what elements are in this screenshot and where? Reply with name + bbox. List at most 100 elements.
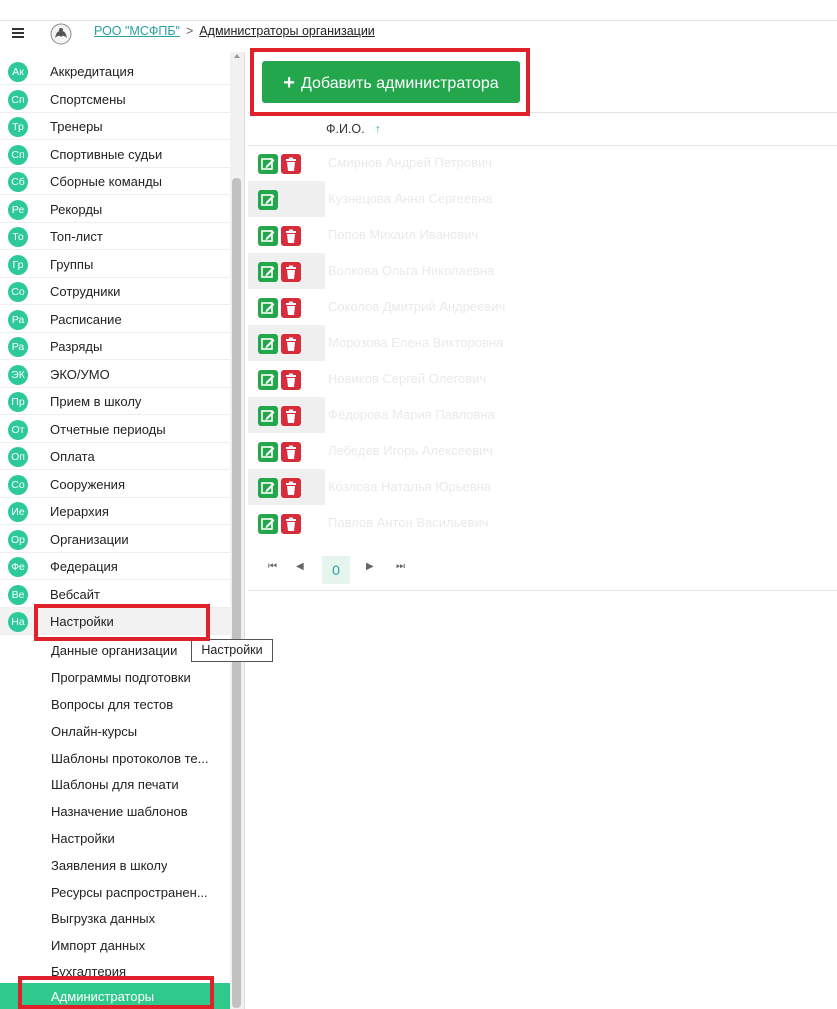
edit-icon[interactable]: [258, 298, 278, 318]
plus-icon: +: [283, 72, 295, 94]
sidebar-item-top-list[interactable]: То Топ-лист: [0, 223, 230, 250]
sidebar-item-staff[interactable]: Со Сотрудники: [0, 278, 230, 305]
sidebar-item-settings[interactable]: На Настройки: [0, 608, 230, 635]
submenu-item-label: Назначение шаблонов: [51, 804, 188, 819]
submenu-item-administrators[interactable]: Администраторы: [0, 983, 230, 1009]
sidebar-item-organizations[interactable]: Ор Организации: [0, 526, 230, 553]
submenu-item-label: Администраторы: [51, 989, 155, 1004]
row-actions: [248, 253, 325, 289]
breadcrumb-current[interactable]: Администраторы организации: [199, 24, 374, 38]
sidebar-item-records[interactable]: Ре Рекорды: [0, 196, 230, 223]
menu-icon[interactable]: [12, 28, 24, 38]
column-header-name[interactable]: Ф.И.О. ↑: [326, 122, 381, 136]
sidebar-item-hierarchy[interactable]: Ие Иерархия: [0, 498, 230, 525]
submenu-item-test-questions[interactable]: Вопросы для тестов: [0, 691, 230, 718]
submenu-item-template-assignment[interactable]: Назначение шаблонов: [0, 798, 230, 825]
avatar-badge: То: [8, 227, 28, 247]
edit-icon[interactable]: [258, 442, 278, 462]
avatar-badge: Ра: [8, 310, 28, 330]
delete-icon[interactable]: [281, 442, 301, 462]
submenu-item-label: Данные организации: [51, 643, 178, 658]
submenu-item-data-import[interactable]: Импорт данных: [0, 932, 230, 959]
delete-icon[interactable]: [281, 154, 301, 174]
submenu-item-protocol-templates[interactable]: Шаблоны протоколов те...: [0, 745, 230, 772]
sidebar-item-label: Федерация: [50, 559, 118, 574]
row-actions: [248, 361, 325, 397]
edit-icon[interactable]: [258, 262, 278, 282]
sidebar-item-label: Сборные команды: [50, 174, 162, 189]
sidebar-item-federation[interactable]: Фе Федерация: [0, 553, 230, 580]
breadcrumb: РОО "МСФПБ" > Администраторы организации: [94, 24, 375, 38]
sidebar-item-athletes[interactable]: Сп Спортсмены: [0, 86, 230, 113]
edit-icon[interactable]: [258, 370, 278, 390]
submenu-item-data-export[interactable]: Выгрузка данных: [0, 905, 230, 932]
sidebar-item-website[interactable]: Ве Вебсайт: [0, 581, 230, 608]
delete-icon[interactable]: [281, 406, 301, 426]
delete-icon[interactable]: [281, 514, 301, 534]
table-row: Павлов Антон Васильевич: [248, 505, 837, 541]
submenu-item-training-programs[interactable]: Программы подготовки: [0, 664, 230, 691]
avatar-badge: На: [8, 612, 28, 632]
sidebar-item-judges[interactable]: Сп Спортивные судьи: [0, 141, 230, 168]
sidebar-item-groups[interactable]: Гр Группы: [0, 251, 230, 278]
delete-icon[interactable]: [281, 334, 301, 354]
last-page-icon[interactable]: ⏭: [396, 561, 405, 572]
avatar-badge: Со: [8, 475, 28, 495]
avatar-badge: Ие: [8, 502, 28, 522]
sidebar-item-ranks[interactable]: Ра Разряды: [0, 333, 230, 360]
edit-icon[interactable]: [258, 154, 278, 174]
row-actions: [248, 145, 325, 181]
add-administrator-button[interactable]: + Добавить администратора: [262, 61, 520, 103]
delete-icon[interactable]: [281, 478, 301, 498]
sidebar-item-label: Группы: [50, 257, 94, 272]
page-current[interactable]: 0: [322, 556, 350, 584]
sidebar-scrollbar[interactable]: [230, 52, 244, 1009]
scrollbar-thumb[interactable]: [232, 178, 241, 1008]
sidebar-item-reporting-periods[interactable]: От Отчетные периоды: [0, 416, 230, 443]
sidebar-item-admission[interactable]: Пр Прием в школу: [0, 388, 230, 415]
table-row: Соколов Дмитрий Андреевич: [248, 289, 837, 325]
submenu-item-school-applications[interactable]: Заявления в школу: [0, 852, 230, 879]
next-page-icon[interactable]: ▶: [366, 561, 374, 572]
submenu-item-label: Онлайн-курсы: [51, 724, 138, 739]
first-page-icon[interactable]: ⏮: [268, 561, 277, 572]
sidebar-item-teams[interactable]: Сб Сборные команды: [0, 168, 230, 195]
table-header: Ф.И.О. ↑: [248, 112, 837, 146]
prev-page-icon[interactable]: ◀: [296, 561, 304, 572]
delete-icon[interactable]: [281, 370, 301, 390]
sidebar-item-label: Прием в школу: [50, 394, 142, 409]
row-actions: [248, 289, 325, 325]
submenu-item-label: Выгрузка данных: [51, 911, 156, 926]
submenu-item-label: Шаблоны протоколов те...: [51, 751, 209, 766]
sidebar-item-coaches[interactable]: Тр Тренеры: [0, 113, 230, 140]
avatar-badge: Сб: [8, 172, 28, 192]
breadcrumb-org-link[interactable]: РОО "МСФПБ": [94, 24, 180, 38]
edit-icon[interactable]: [258, 406, 278, 426]
sidebar-item-schedule[interactable]: Ра Расписание: [0, 306, 230, 333]
submenu-item-resources[interactable]: Ресурсы распространен...: [0, 879, 230, 906]
edit-icon[interactable]: [258, 514, 278, 534]
edit-icon[interactable]: [258, 190, 278, 210]
delete-icon[interactable]: [281, 226, 301, 246]
edit-icon[interactable]: [258, 334, 278, 354]
avatar-badge: Тр: [8, 117, 28, 137]
sort-ascending-icon[interactable]: ↑: [375, 122, 381, 136]
sidebar-item-eko-umo[interactable]: ЭК ЭКО/УМО: [0, 361, 230, 388]
submenu-item-label: Шаблоны для печати: [51, 777, 179, 792]
scroll-up-icon[interactable]: [234, 54, 240, 58]
avatar-badge: Сп: [8, 145, 28, 165]
submenu-item-settings[interactable]: Настройки: [0, 825, 230, 852]
column-header-label: Ф.И.О.: [326, 122, 365, 136]
sidebar-item-facilities[interactable]: Со Сооружения: [0, 471, 230, 498]
sidebar-item-accreditation[interactable]: Ак Аккредитация: [0, 58, 230, 85]
edit-icon[interactable]: [258, 226, 278, 246]
admin-name-cell: Кузнецова Анна Сергеевна: [328, 191, 493, 206]
delete-icon[interactable]: [281, 262, 301, 282]
delete-icon[interactable]: [281, 298, 301, 318]
avatar-badge: Ор: [8, 530, 28, 550]
submenu-item-print-templates[interactable]: Шаблоны для печати: [0, 771, 230, 798]
submenu-item-online-courses[interactable]: Онлайн-курсы: [0, 718, 230, 745]
edit-icon[interactable]: [258, 478, 278, 498]
submenu-item-accounting[interactable]: Бухгалтерия: [0, 958, 230, 985]
sidebar-item-payment[interactable]: Оп Оплата: [0, 443, 230, 470]
